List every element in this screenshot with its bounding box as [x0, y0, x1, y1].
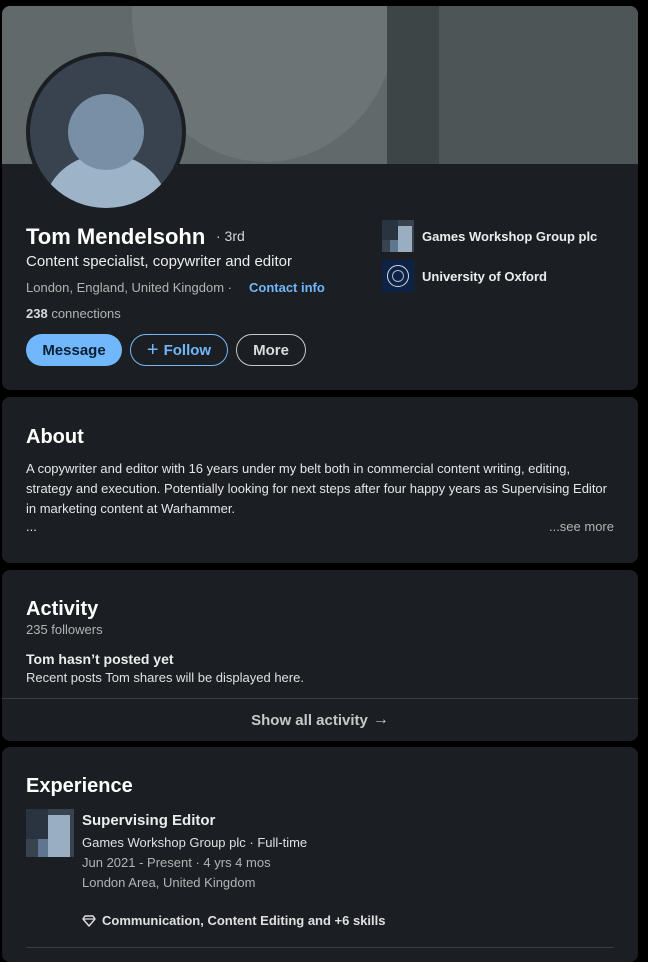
experience-section: Experience Supervising Editor Games Work… [2, 747, 638, 962]
connections-count[interactable]: 238 connections [26, 306, 121, 321]
activity-section: Activity 235 followers Tom hasn’t posted… [2, 570, 638, 741]
show-all-activity-button[interactable]: Show all activity → [2, 699, 638, 741]
activity-empty-title: Tom hasn’t posted yet [26, 651, 174, 667]
experience-location: London Area, United Kingdom [82, 875, 256, 890]
divider [26, 947, 614, 948]
person-avatar-icon [30, 56, 182, 208]
plus-icon: + [146, 339, 159, 361]
follow-button-label: Follow [163, 341, 212, 359]
banner-band [439, 6, 638, 164]
activity-empty-subtitle: Recent posts Tom shares will be displaye… [26, 670, 304, 685]
avatar[interactable] [26, 52, 186, 212]
profile-top-card: Tom Mendelsohn · 3rd Content specialist,… [2, 6, 638, 390]
about-text: A copywriter and editor with 16 years un… [26, 461, 607, 516]
experience-role[interactable]: Supervising Editor [82, 812, 215, 829]
message-button-label: Message [42, 341, 106, 359]
experience-dates: Jun 2021 - Present · 4 yrs 4 mos [82, 855, 271, 870]
connections-number: 238 [26, 306, 48, 321]
education-link[interactable]: University of Oxford [382, 260, 547, 292]
oxford-crest-icon [382, 260, 414, 292]
experience-company: Games Workshop Group plc · Full-time [82, 835, 308, 850]
followers-count: 235 followers [26, 622, 103, 637]
about-section: About A copywriter and editor with 16 ye… [2, 397, 638, 563]
see-more-link[interactable]: ...see more [549, 519, 614, 534]
show-all-activity-label: Show all activity [251, 711, 368, 729]
company-logo-icon [382, 220, 414, 252]
company-name: Games Workshop Group plc [422, 228, 598, 244]
profile-headline: Content specialist, copywriter and edito… [26, 253, 292, 270]
profile-location: London, England, United Kingdom · [26, 280, 232, 295]
banner-band [387, 6, 439, 164]
message-button[interactable]: Message [26, 334, 122, 366]
follow-button[interactable]: + Follow [130, 334, 228, 366]
arrow-right-icon: → [372, 711, 389, 728]
company-logo-icon[interactable] [26, 809, 74, 857]
experience-skills-link[interactable]: Communication, Content Editing and +6 sk… [82, 913, 386, 928]
connection-degree: · 3rd [216, 228, 245, 244]
experience-skills-label: Communication, Content Editing and +6 sk… [102, 913, 386, 928]
activity-heading: Activity [26, 598, 99, 620]
contact-info-link[interactable]: Contact info [249, 280, 325, 295]
profile-name: Tom Mendelsohn [26, 224, 206, 249]
more-button-label: More [253, 341, 289, 359]
current-company-link[interactable]: Games Workshop Group plc [382, 220, 597, 252]
avatar-head [68, 94, 144, 170]
experience-heading: Experience [26, 775, 133, 797]
connections-label: connections [47, 306, 121, 321]
about-heading: About [26, 426, 84, 448]
about-ellipsis: ... [26, 519, 37, 534]
school-name: University of Oxford [422, 268, 547, 284]
more-button[interactable]: More [236, 334, 306, 366]
diamond-icon [82, 914, 96, 927]
